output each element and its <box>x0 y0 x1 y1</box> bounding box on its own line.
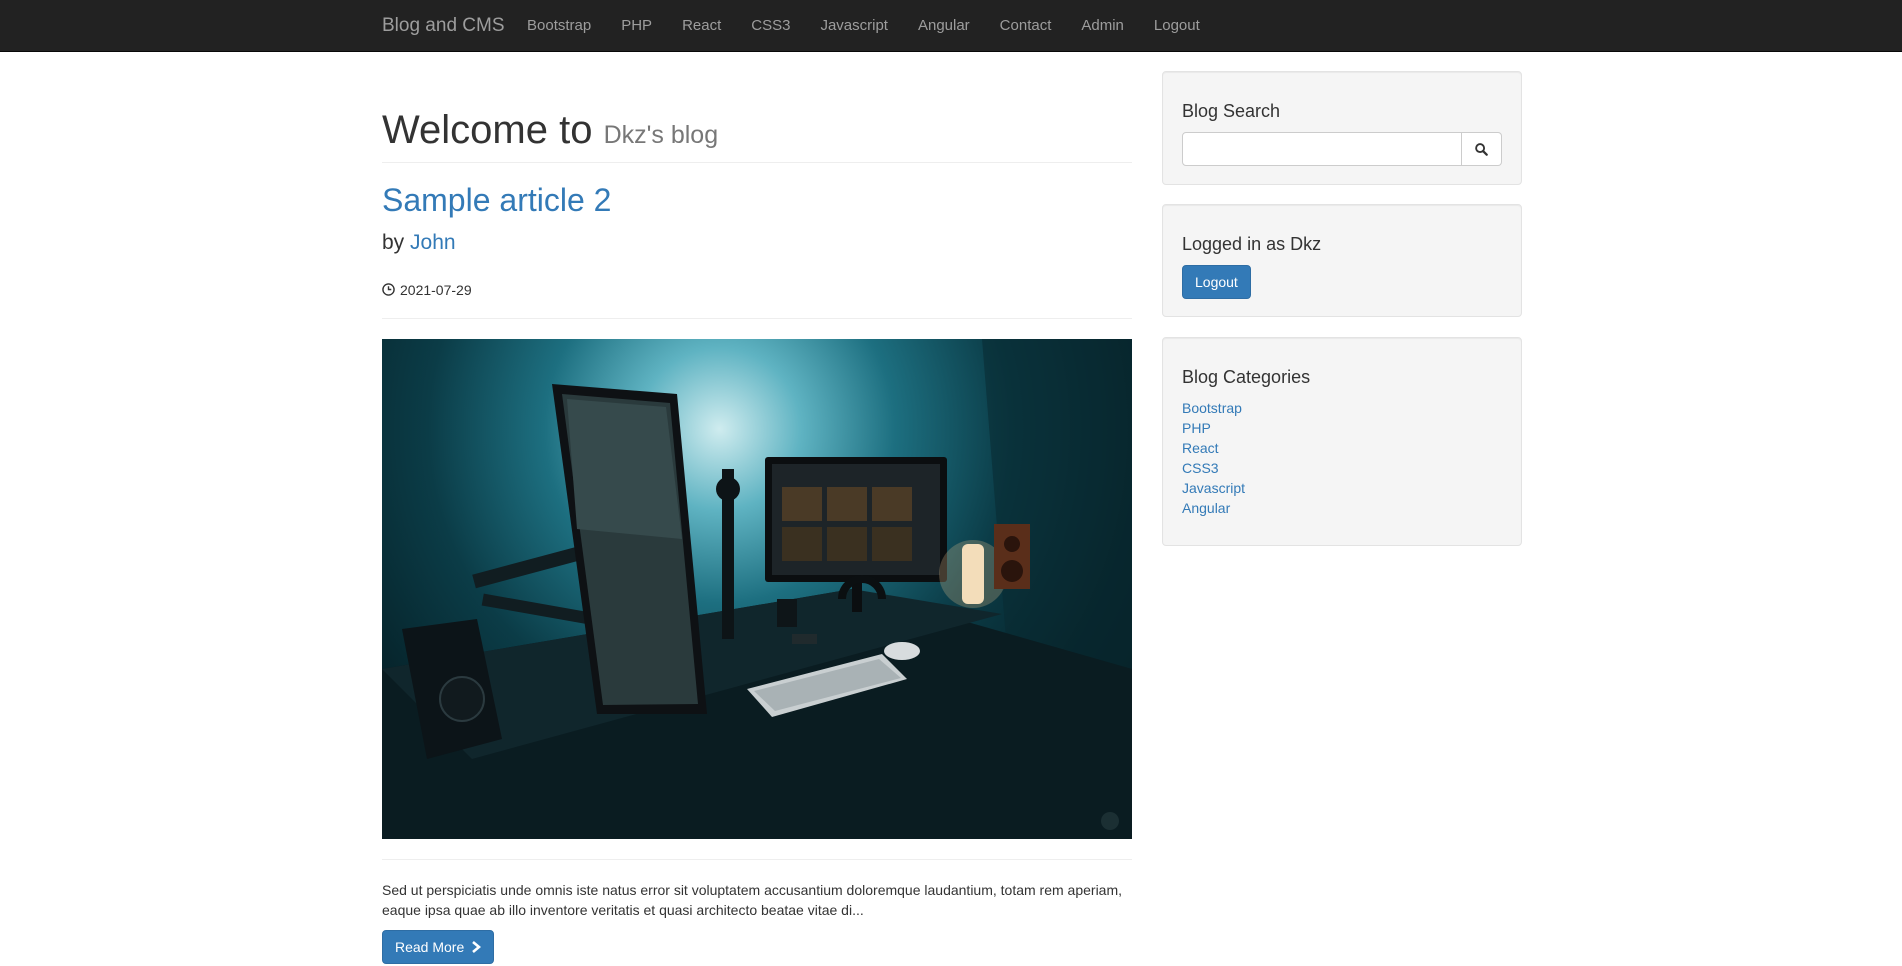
read-more-label: Read More <box>395 939 465 956</box>
list-item: Bootstrap <box>1182 398 1502 418</box>
category-link-php[interactable]: PHP <box>1182 420 1211 436</box>
post-image <box>382 338 1132 839</box>
page-header: Welcome to Dkz's blog <box>382 108 1132 163</box>
nav-links: Bootstrap PHP React CSS3 Javascript Angu… <box>512 0 1215 51</box>
search-widget: Blog Search <box>1162 71 1522 185</box>
list-item: CSS3 <box>1182 458 1502 478</box>
search-input[interactable] <box>1182 132 1463 166</box>
chevron-right-icon <box>472 941 482 954</box>
divider <box>382 317 1132 319</box>
nav-item-admin[interactable]: Admin <box>1066 0 1139 51</box>
clock-icon <box>382 283 395 296</box>
category-link-javascript[interactable]: Javascript <box>1182 480 1245 496</box>
search-group <box>1182 132 1502 166</box>
nav-item-javascript[interactable]: Javascript <box>805 0 903 51</box>
category-link-bootstrap[interactable]: Bootstrap <box>1182 400 1242 416</box>
page-title-text: Welcome to <box>382 108 593 152</box>
top-navbar: Blog and CMS Bootstrap PHP React CSS3 Ja… <box>0 0 1902 52</box>
login-status-text: Logged in as Dkz <box>1182 234 1322 254</box>
post-title-link[interactable]: Sample article 2 <box>382 182 611 218</box>
list-item: Angular <box>1182 498 1502 518</box>
author-link[interactable]: John <box>410 231 456 254</box>
list-item: Javascript <box>1182 478 1502 498</box>
category-list: Bootstrap PHP React CSS3 Javascript Angu… <box>1182 398 1502 518</box>
post-date-text: 2021-07-29 <box>400 281 472 298</box>
post-byline: by John <box>382 228 1132 257</box>
main-content: Welcome to Dkz's blog Sample article 2 b… <box>382 52 1132 965</box>
logout-button[interactable]: Logout <box>1182 265 1251 299</box>
search-icon <box>1475 142 1488 156</box>
page-title: Welcome to Dkz's blog <box>382 108 1132 152</box>
category-link-react[interactable]: React <box>1182 440 1219 456</box>
list-item: React <box>1182 438 1502 458</box>
nav-item-contact[interactable]: Contact <box>985 0 1067 51</box>
post-date: 2021-07-29 <box>382 282 1132 298</box>
nav-item-php[interactable]: PHP <box>606 0 667 51</box>
desk-setup-illustration <box>382 338 1132 839</box>
nav-item-angular[interactable]: Angular <box>903 0 985 51</box>
brand-link[interactable]: Blog and CMS <box>382 0 505 51</box>
categories-widget: Blog Categories Bootstrap PHP React CSS3… <box>1162 337 1522 546</box>
login-widget: Logged in as Dkz Logout <box>1162 204 1522 317</box>
divider <box>382 858 1132 860</box>
search-button[interactable] <box>1462 132 1502 166</box>
search-widget-title: Blog Search <box>1182 101 1281 121</box>
nav-item-css3[interactable]: CSS3 <box>736 0 805 51</box>
post-excerpt: Sed ut perspiciatis unde omnis iste natu… <box>382 881 1123 918</box>
page-subtitle: Dkz's blog <box>603 121 719 149</box>
byline-label: by <box>382 231 405 255</box>
category-link-css3[interactable]: CSS3 <box>1182 460 1219 476</box>
read-more-button[interactable]: Read More <box>382 930 495 965</box>
nav-item-logout[interactable]: Logout <box>1139 0 1215 51</box>
nav-item-react[interactable]: React <box>667 0 736 51</box>
list-item: PHP <box>1182 418 1502 438</box>
categories-title: Blog Categories <box>1182 367 1311 387</box>
category-link-angular[interactable]: Angular <box>1182 500 1230 516</box>
nav-item-bootstrap[interactable]: Bootstrap <box>512 0 606 51</box>
post-title: Sample article 2 <box>382 182 1132 218</box>
